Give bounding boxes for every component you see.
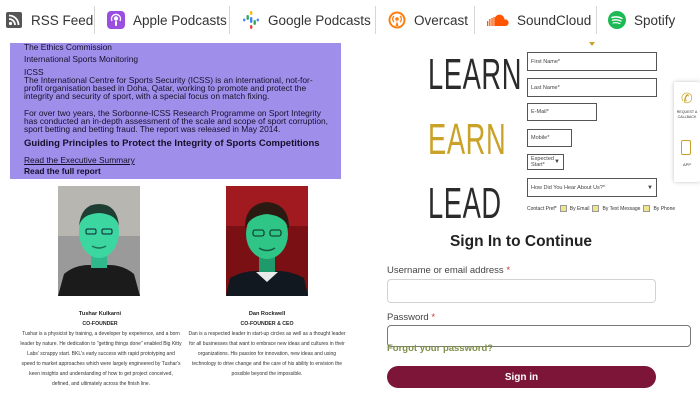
person-role: CO-FOUNDER [82, 321, 118, 327]
overcast-link[interactable]: Overcast [388, 9, 468, 31]
app-label[interactable]: APP [675, 162, 699, 167]
mobile-field[interactable]: Mobile* [527, 129, 572, 147]
person-name: Tushar Kulkarni [78, 311, 122, 317]
checkbox-email[interactable] [559, 205, 567, 212]
rss-feed-label: RSS Feed [31, 12, 94, 28]
spotify-link[interactable]: Spotify [608, 9, 675, 31]
opt-phone-label: By Phone [653, 205, 676, 212]
username-label: Username or email address * [387, 265, 511, 276]
spotify-icon [608, 11, 626, 29]
side-contact-widget: ✆ REQUEST A CALLBACK APP [674, 82, 700, 182]
rss-icon [5, 11, 23, 29]
apple-podcasts-link[interactable]: Apple Podcasts [107, 9, 227, 31]
expected-start-select[interactable]: Expected Start* ▼ [527, 154, 564, 170]
opt-email-label: By Email [569, 205, 590, 212]
email-field[interactable]: E-Mail* [527, 103, 597, 121]
expected-start-label: Expected Start* [531, 156, 554, 168]
heard-about-select[interactable]: How Did You Hear About Us?* ▼ [527, 178, 657, 197]
request-callback-label[interactable]: REQUEST A CALLBACK [675, 110, 699, 119]
slogan-earn: EARN [428, 115, 507, 164]
icss-info-panel: The Ethics Commission International Spor… [10, 43, 341, 179]
rss-feed-link[interactable]: RSS Feed [5, 9, 93, 31]
phone-icon[interactable]: ✆ [681, 90, 693, 107]
person-role: CO-FOUNDER & CEO [240, 321, 294, 327]
overcast-icon [388, 11, 406, 29]
username-input[interactable] [387, 279, 656, 303]
person-photo-tushar [58, 186, 140, 296]
panel-line-monitoring: International Sports Monitoring [24, 54, 139, 64]
google-podcasts-icon [242, 11, 260, 29]
panel-para-2: For over two years, the Sorbonne-ICSS Re… [24, 108, 329, 135]
chevron-down-icon: ▼ [554, 159, 560, 165]
divider [474, 6, 475, 34]
panel-para-1: The International Centre for Sports Secu… [24, 75, 313, 102]
contact-pref-label: Contact Pref* [527, 205, 557, 212]
form-top-marker [589, 42, 595, 46]
overcast-label: Overcast [414, 12, 469, 28]
person-bio: Tushar is a physicist by training, a dev… [20, 331, 182, 387]
checkbox-text[interactable] [592, 205, 600, 212]
last-name-field[interactable]: Last Name* [527, 78, 657, 97]
signin-button[interactable]: Sign in [387, 366, 656, 388]
divider [596, 6, 597, 34]
mobile-app-icon[interactable] [681, 140, 691, 155]
google-podcasts-label: Google Podcasts [268, 12, 371, 28]
read-summary-link[interactable]: Read the Executive Summary [24, 156, 331, 165]
soundcloud-link[interactable]: SoundCloud [487, 9, 591, 31]
apple-podcasts-icon [107, 11, 125, 29]
panel-line-ethics: The Ethics Commission [24, 43, 112, 52]
divider [229, 6, 230, 34]
person-bio: Dan is a respected leader in start-up ci… [188, 331, 346, 377]
soundcloud-icon [487, 11, 509, 29]
first-name-field[interactable]: First Name* [527, 52, 657, 71]
google-podcasts-link[interactable]: Google Podcasts [242, 9, 371, 31]
contact-pref-row: Contact Pref* By Email By Text Message B… [527, 205, 675, 212]
slogan-block: LEARN EARN LEAD [420, 45, 520, 220]
spotify-label: Spotify [634, 12, 676, 28]
chevron-down-icon: ▼ [647, 184, 653, 191]
opt-text-label: By Text Message [602, 205, 641, 212]
forgot-password-link[interactable]: Forgot your password? [387, 343, 493, 354]
person-name: Dan Rockwell [248, 311, 286, 317]
podcast-subscribe-bar: RSS Feed Apple Podcasts Google Podcasts … [0, 0, 700, 40]
checkbox-phone[interactable] [643, 205, 651, 212]
person-photo-dan [226, 186, 308, 296]
slogan-learn: LEARN [428, 50, 520, 99]
divider [94, 6, 95, 34]
password-label: Password * [387, 312, 436, 323]
divider [375, 6, 376, 34]
soundcloud-label: SoundCloud [517, 12, 592, 28]
read-full-report-link[interactable]: Read the full report [24, 167, 331, 176]
apple-podcasts-label: Apple Podcasts [133, 12, 227, 28]
signin-title: Sign In to Continue [449, 233, 593, 250]
slogan-lead: LEAD [428, 179, 502, 220]
heard-about-label: How Did You Hear About Us?* [531, 184, 605, 191]
panel-heading: Guiding Principles to Protect the Integr… [24, 138, 320, 149]
